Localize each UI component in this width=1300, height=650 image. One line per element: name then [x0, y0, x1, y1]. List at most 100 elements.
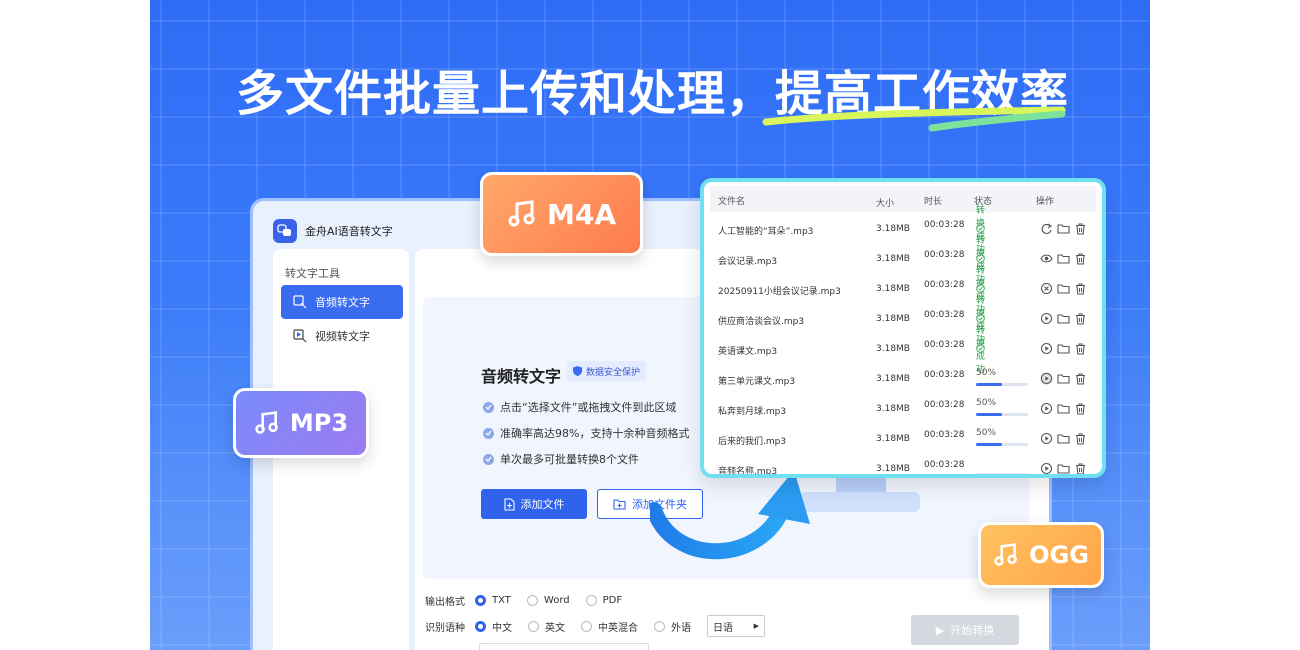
output-path-input[interactable]	[479, 643, 649, 650]
file-name: 英语课文.mp3	[718, 347, 778, 357]
delete-icon[interactable]	[1074, 252, 1087, 265]
delete-icon[interactable]	[1074, 282, 1087, 295]
radio-chinese[interactable]: 中文	[475, 619, 512, 634]
file-actions	[1040, 462, 1087, 475]
feature-bullet: 单次最多可批量转换8个文件	[483, 451, 639, 467]
file-duration: 00:03:28	[924, 280, 965, 290]
open-folder-icon[interactable]	[1057, 432, 1070, 445]
file-size: 3.18MB	[876, 434, 910, 444]
file-size: 3.18MB	[876, 224, 910, 234]
language-label: 识别语种	[425, 622, 465, 634]
sidebar-item-audio-to-text[interactable]: 音频转文字	[281, 285, 403, 319]
curved-arrow	[650, 470, 810, 560]
file-row: 供应商洽谈会议.mp3 3.18MB 00:03:28 转换成功	[710, 296, 1096, 345]
check-icon	[483, 427, 494, 439]
play-icon[interactable]	[1040, 432, 1053, 445]
header-name: 文件名	[718, 197, 746, 207]
file-row: 私奔到月球.mp3 3.18MB 00:03:28 50%	[710, 394, 1096, 424]
delete-icon[interactable]	[1074, 462, 1087, 475]
play-icon[interactable]	[1040, 342, 1053, 355]
file-name: 私奔到月球.mp3	[718, 407, 787, 417]
file-name: 供应商洽谈会议.mp3	[718, 317, 805, 327]
radio-english[interactable]: 英文	[528, 619, 565, 634]
close-icon[interactable]	[1040, 282, 1053, 295]
delete-icon[interactable]	[1074, 312, 1087, 325]
caret-right-icon: ▶	[753, 622, 759, 630]
open-folder-icon[interactable]	[1057, 312, 1070, 325]
app-logo-icon	[273, 219, 297, 243]
format-badge-m4a: M4A	[480, 172, 643, 256]
delete-icon[interactable]	[1074, 222, 1087, 235]
progress-bar	[976, 443, 1028, 446]
open-folder-icon[interactable]	[1057, 372, 1070, 385]
refresh-icon[interactable]	[1040, 222, 1053, 235]
music-note-icon	[255, 411, 278, 434]
feature-bullet: 准确率高达98%，支持十余种音频格式	[483, 425, 689, 441]
radio-mixed[interactable]: 中英混合	[581, 619, 638, 634]
sidebar-item-video-to-text[interactable]: 视频转文字	[281, 319, 403, 353]
file-actions	[1040, 372, 1087, 385]
file-duration: 00:03:28	[924, 430, 965, 440]
file-actions	[1040, 342, 1087, 355]
status-success: 转换成功	[976, 325, 986, 375]
file-actions	[1040, 252, 1087, 265]
music-note-icon	[994, 543, 1017, 566]
app-header: 金舟AI语音转文字	[273, 219, 393, 243]
delete-icon[interactable]	[1074, 402, 1087, 415]
radio-txt[interactable]: TXT	[475, 595, 511, 606]
file-duration: 00:03:28	[924, 220, 965, 230]
eye-icon[interactable]	[1040, 252, 1053, 265]
delete-icon[interactable]	[1074, 342, 1087, 355]
file-name: 音频名称.mp3	[718, 467, 778, 477]
app-title: 金舟AI语音转文字	[305, 225, 393, 238]
file-row: 第三单元课文.mp3 3.18MB 00:03:28 50%	[710, 364, 1096, 394]
progress-bar-fill	[976, 413, 1002, 416]
format-badge-mp3: MP3	[233, 388, 369, 458]
video-transcribe-icon	[293, 329, 307, 343]
open-folder-icon[interactable]	[1057, 282, 1070, 295]
file-row: 人工智能的“耳朵”.mp3 3.18MB 00:03:28 转换成功	[710, 206, 1096, 255]
file-row: 音频名称.mp3 3.18MB 00:03:28	[710, 454, 1096, 477]
status-progress-text: 50%	[976, 398, 997, 408]
file-name: 会议记录.mp3	[718, 257, 778, 267]
open-folder-icon[interactable]	[1057, 402, 1070, 415]
radio-foreign[interactable]: 外语	[654, 619, 691, 634]
file-row: 会议记录.mp3 3.18MB 00:03:28 转换成功	[710, 236, 1096, 285]
file-name: 后来的我们.mp3	[718, 437, 787, 447]
play-icon[interactable]	[1040, 402, 1053, 415]
progress-bar	[976, 413, 1028, 416]
delete-icon[interactable]	[1074, 372, 1087, 385]
shield-icon	[573, 366, 582, 376]
file-size: 3.18MB	[876, 404, 910, 414]
file-name: 第三单元课文.mp3	[718, 377, 796, 387]
open-folder-icon[interactable]	[1057, 342, 1070, 355]
check-icon	[483, 453, 494, 465]
promo-banner: 多文件批量上传和处理，提高工作效率 金舟AI语音转文字 转文字工具 音频转文字 …	[150, 0, 1150, 650]
add-file-icon	[503, 497, 515, 511]
check-icon	[483, 401, 494, 413]
open-folder-icon[interactable]	[1057, 252, 1070, 265]
status-progress-text: 50%	[976, 428, 997, 438]
radio-word[interactable]: Word	[526, 595, 570, 606]
header-duration: 时长	[924, 197, 943, 207]
start-convert-button[interactable]: ▶ 开始转换	[911, 615, 1019, 645]
file-size: 3.18MB	[876, 374, 910, 384]
play-icon[interactable]	[1040, 312, 1053, 325]
play-icon[interactable]	[1040, 372, 1053, 385]
file-size: 3.18MB	[876, 464, 910, 474]
play-icon[interactable]	[1040, 462, 1053, 475]
foreign-language-select[interactable]: 日语 ▶	[707, 615, 765, 637]
radio-pdf[interactable]: PDF	[585, 595, 622, 606]
file-row: 20250911小组会议记录.mp3 3.18MB 00:03:28 转换成功	[710, 266, 1096, 315]
open-folder-icon[interactable]	[1057, 222, 1070, 235]
open-folder-icon[interactable]	[1057, 462, 1070, 475]
delete-icon[interactable]	[1074, 432, 1087, 445]
sidebar-item-label: 音频转文字	[315, 296, 370, 309]
security-badge: 数据安全保护	[567, 361, 647, 381]
file-actions	[1040, 432, 1087, 445]
add-file-button[interactable]: 添加文件	[481, 489, 587, 519]
file-size: 3.18MB	[876, 344, 910, 354]
add-folder-icon	[613, 498, 626, 510]
header-size: 大小	[876, 199, 895, 209]
file-size: 3.18MB	[876, 284, 910, 294]
